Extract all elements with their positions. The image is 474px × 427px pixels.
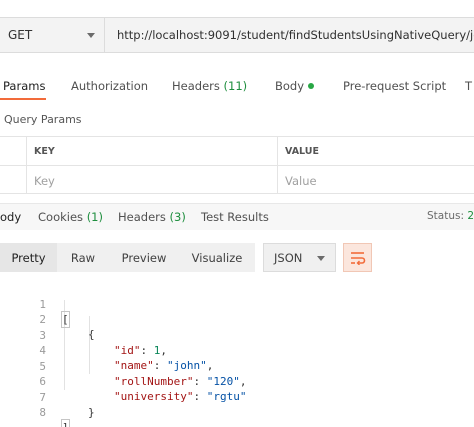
active-tab-indicator — [0, 98, 46, 100]
tab-pre-request-script[interactable]: Pre-request Script — [343, 79, 446, 93]
response-tab-body[interactable]: ody — [0, 210, 21, 224]
request-tabs: Params Authorization Headers (11) Body P… — [0, 74, 474, 100]
resp-headers-label: Headers — [118, 210, 166, 224]
code-line: 6 "university": "rgtu" — [0, 359, 474, 403]
column-divider — [26, 137, 27, 165]
request-url-bar: GET http://localhost:9091/student/findSt… — [0, 17, 474, 53]
column-divider — [277, 166, 278, 193]
table-header-row: KEY VALUE — [0, 136, 474, 165]
line-number: 8 — [39, 406, 46, 419]
query-params-table: KEY VALUE Key Value — [0, 136, 474, 196]
response-view-toolbar: Pretty Raw Preview Visualize JSON — [0, 243, 474, 273]
key-column-header: KEY — [34, 146, 55, 157]
code-line: 5 "rollNumber": "120", — [0, 344, 474, 388]
url-input[interactable]: http://localhost:9091/student/findStuden… — [105, 17, 474, 53]
cookies-count: (1) — [86, 210, 103, 224]
code-line: 4 "name": "john", — [0, 328, 474, 372]
visualize-button[interactable]: Visualize — [179, 243, 255, 272]
column-divider — [277, 137, 278, 165]
value-input[interactable]: Value — [285, 174, 317, 188]
status-label: Status: — [427, 210, 464, 222]
cookies-label: Cookies — [38, 210, 84, 224]
query-params-title: Query Params — [4, 113, 82, 126]
chevron-down-icon — [87, 33, 95, 38]
tab-body[interactable]: Body — [275, 79, 315, 93]
tab-headers[interactable]: Headers (11) — [172, 79, 247, 93]
http-method-label: GET — [8, 28, 33, 42]
tab-params[interactable]: Params — [3, 79, 45, 93]
status-value: 20 — [467, 210, 474, 222]
response-tabs: ody Cookies (1) Headers (3) Test Results… — [0, 203, 474, 230]
language-select-value: JSON — [274, 250, 303, 265]
body-indicator-dot — [308, 83, 315, 89]
table-row: Key Value — [0, 165, 474, 194]
code-line: 8 ] — [0, 390, 474, 427]
wrap-lines-icon — [350, 251, 365, 265]
key-input[interactable]: Key — [34, 174, 55, 188]
close-array-bracket: ] — [61, 419, 70, 427]
headers-count: (11) — [223, 79, 248, 93]
tab-headers-label: Headers — [172, 79, 220, 93]
close-object-brace: } — [88, 406, 95, 419]
tab-body-label: Body — [275, 79, 305, 93]
http-method-select[interactable]: GET — [0, 17, 105, 53]
resp-headers-count: (3) — [169, 210, 186, 224]
wrap-lines-button[interactable] — [343, 243, 372, 272]
response-tab-headers[interactable]: Headers (3) — [118, 210, 186, 224]
code-line: 2 { — [0, 297, 474, 341]
raw-button[interactable]: Raw — [57, 243, 109, 272]
response-status: Status: 20 — [427, 210, 474, 222]
pretty-button[interactable]: Pretty — [0, 243, 57, 272]
response-body-viewer[interactable]: 1 [ 2 { 3 "id": 1, 4 "name": "john", 5 "… — [0, 280, 474, 427]
code-line: 7 } — [0, 375, 474, 419]
tab-tests[interactable]: T — [465, 79, 472, 93]
response-tab-cookies[interactable]: Cookies (1) — [38, 210, 103, 224]
response-tab-test-results[interactable]: Test Results — [201, 210, 269, 224]
preview-button[interactable]: Preview — [109, 243, 179, 272]
chevron-down-icon — [317, 256, 325, 261]
value-column-header: VALUE — [285, 146, 319, 157]
code-line: 3 "id": 1, — [0, 313, 474, 357]
code-line: 1 [ — [0, 282, 474, 328]
tab-authorization[interactable]: Authorization — [71, 79, 148, 93]
column-divider — [26, 166, 27, 193]
language-select[interactable]: JSON — [263, 243, 336, 272]
